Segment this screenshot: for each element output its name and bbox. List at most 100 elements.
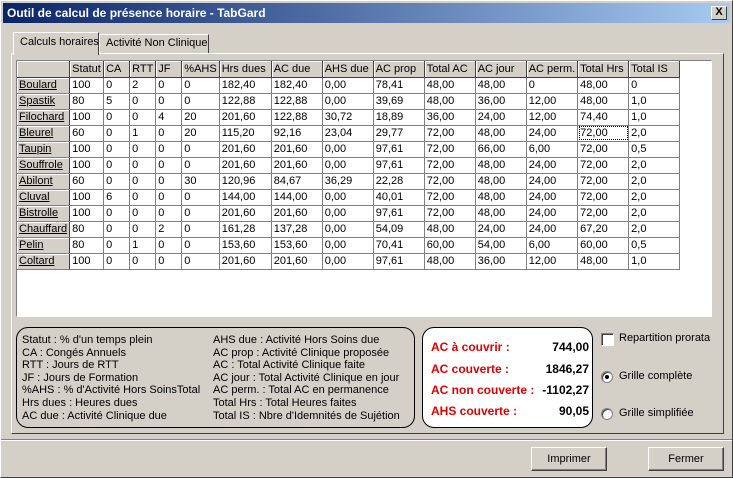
grid-cell[interactable]: 48,00 <box>475 157 527 174</box>
grid-cell[interactable]: 80 <box>69 237 105 254</box>
grid-cell[interactable]: 72,00 <box>577 157 630 174</box>
grid-cell[interactable]: 60,00 <box>424 237 476 254</box>
grid-cell[interactable]: 72,00 <box>577 205 630 222</box>
row-header[interactable]: Pelin <box>17 237 71 254</box>
grid-cell[interactable]: 30,72 <box>322 109 374 126</box>
grid-cell[interactable]: 97,61 <box>373 157 425 174</box>
grid-cell[interactable]: 24,00 <box>526 205 579 222</box>
grid-cell[interactable]: 2,0 <box>628 221 681 238</box>
grid-cell[interactable]: 6,00 <box>526 237 579 254</box>
grid-cell[interactable]: 67,20 <box>577 221 630 238</box>
grid-cell[interactable]: 48,00 <box>475 173 527 190</box>
grid-cell[interactable]: 0 <box>155 157 183 174</box>
grid-cell[interactable]: 144,00 <box>219 189 272 206</box>
grid-cell[interactable]: 72,00 <box>424 125 476 142</box>
column-header[interactable]: Total AC <box>424 61 476 78</box>
grid-cell[interactable]: 0 <box>181 77 220 94</box>
grid-cell[interactable]: 0,5 <box>628 237 681 254</box>
grid-cell[interactable]: 72,00 <box>577 125 630 142</box>
grid-cell[interactable]: 80 <box>69 93 105 110</box>
grid-cell[interactable]: 201,60 <box>219 109 272 126</box>
grid-cell[interactable]: 2 <box>129 77 157 94</box>
checkbox-box[interactable] <box>601 333 614 346</box>
grid-cell[interactable]: 201,60 <box>219 141 272 158</box>
grid-cell[interactable]: 0 <box>129 253 157 270</box>
grid-cell[interactable]: 84,67 <box>271 173 323 190</box>
grid-cell[interactable]: 36,00 <box>475 253 527 270</box>
grid-cell[interactable]: 0 <box>155 93 183 110</box>
column-header[interactable]: AC jour <box>475 61 527 78</box>
grid-cell[interactable]: 0 <box>155 125 183 142</box>
grid-cell[interactable]: 0 <box>181 221 220 238</box>
grid-cell[interactable]: 0 <box>129 173 157 190</box>
grid-cell[interactable]: 1,0 <box>628 253 681 270</box>
grid-cell[interactable]: 100 <box>69 77 105 94</box>
grid-cell[interactable]: 122,88 <box>271 93 323 110</box>
grid-cell[interactable]: 29,77 <box>373 125 425 142</box>
grid-cell[interactable]: 0 <box>129 189 157 206</box>
grid-cell[interactable]: 100 <box>69 253 105 270</box>
grid-cell[interactable]: 201,60 <box>219 253 272 270</box>
grid-cell[interactable]: 0 <box>103 125 131 142</box>
grid-cell[interactable]: 0 <box>155 253 183 270</box>
grid-cell[interactable]: 201,60 <box>271 157 323 174</box>
grid-cell[interactable]: 0 <box>628 77 681 94</box>
grid-cell[interactable]: 137,28 <box>271 221 323 238</box>
grid-cell[interactable]: 0 <box>129 109 157 126</box>
close-window-button[interactable]: X <box>711 6 727 20</box>
grid-cell[interactable]: 0 <box>129 141 157 158</box>
column-header[interactable]: RTT <box>129 61 157 78</box>
grid-cell[interactable]: 0 <box>103 109 131 126</box>
grid-cell[interactable]: 92,16 <box>271 125 323 142</box>
grid-cell[interactable]: 0 <box>155 189 183 206</box>
grid-cell[interactable]: 12,00 <box>526 253 579 270</box>
grid-cell[interactable]: 66,00 <box>475 141 527 158</box>
grid-cell[interactable]: 182,40 <box>219 77 272 94</box>
grid-cell[interactable]: 0 <box>181 141 220 158</box>
grid-cell[interactable]: 0 <box>155 141 183 158</box>
grid-cell[interactable]: 48,00 <box>424 77 476 94</box>
grid-cell[interactable]: 24,00 <box>526 173 579 190</box>
grid-cell[interactable]: 0,00 <box>322 237 374 254</box>
grid-cell[interactable]: 0,00 <box>322 205 374 222</box>
grid-cell[interactable]: 0 <box>155 173 183 190</box>
grid-cell[interactable]: 72,00 <box>424 189 476 206</box>
column-header[interactable]: AC perm. <box>526 61 579 78</box>
column-header[interactable]: Statut <box>69 61 105 78</box>
grid-cell[interactable]: 72,00 <box>424 141 476 158</box>
grid-cell[interactable]: 60 <box>69 173 105 190</box>
column-header[interactable]: JF <box>155 61 183 78</box>
grid-cell[interactable]: 48,00 <box>424 93 476 110</box>
grid-cell[interactable]: 24,00 <box>526 157 579 174</box>
grid-cell[interactable]: 0 <box>103 77 131 94</box>
grid-cell[interactable]: 0 <box>181 205 220 222</box>
grid-cell[interactable]: 0 <box>103 173 131 190</box>
grid-cell[interactable]: 72,00 <box>424 157 476 174</box>
grid-cell[interactable]: 2,0 <box>628 173 681 190</box>
grid-cell[interactable]: 0,00 <box>322 253 374 270</box>
grid-cell[interactable]: 201,60 <box>219 205 272 222</box>
grid-cell[interactable]: 72,00 <box>577 173 630 190</box>
grid-cell[interactable]: 201,60 <box>219 157 272 174</box>
grid-cell[interactable]: 97,61 <box>373 205 425 222</box>
radio-button[interactable] <box>601 371 613 383</box>
grid-cell[interactable]: 0 <box>129 157 157 174</box>
grid-cell[interactable]: 36,00 <box>424 109 476 126</box>
grid-cell[interactable]: 0,00 <box>322 189 374 206</box>
column-header[interactable]: Hrs dues <box>219 61 272 78</box>
grid-cell[interactable]: 72,00 <box>577 141 630 158</box>
grid-cell[interactable]: 0 <box>103 205 131 222</box>
grid-cell[interactable]: 5 <box>103 93 131 110</box>
grid-cell[interactable]: 97,61 <box>373 141 425 158</box>
grid-cell[interactable]: 48,00 <box>475 189 527 206</box>
grid-cell[interactable]: 0 <box>181 253 220 270</box>
grid-cell[interactable]: 0 <box>103 157 131 174</box>
row-header[interactable]: Souffrole <box>17 157 71 174</box>
row-header[interactable]: Spastik <box>17 93 71 110</box>
grid-cell[interactable]: 4 <box>155 109 183 126</box>
grid-cell[interactable]: 2,0 <box>628 125 681 142</box>
grid-cell[interactable]: 122,88 <box>219 93 272 110</box>
grid-cell[interactable]: 48,00 <box>577 253 630 270</box>
row-header[interactable]: Taupin <box>17 141 71 158</box>
grid-cell[interactable]: 0,00 <box>322 77 374 94</box>
